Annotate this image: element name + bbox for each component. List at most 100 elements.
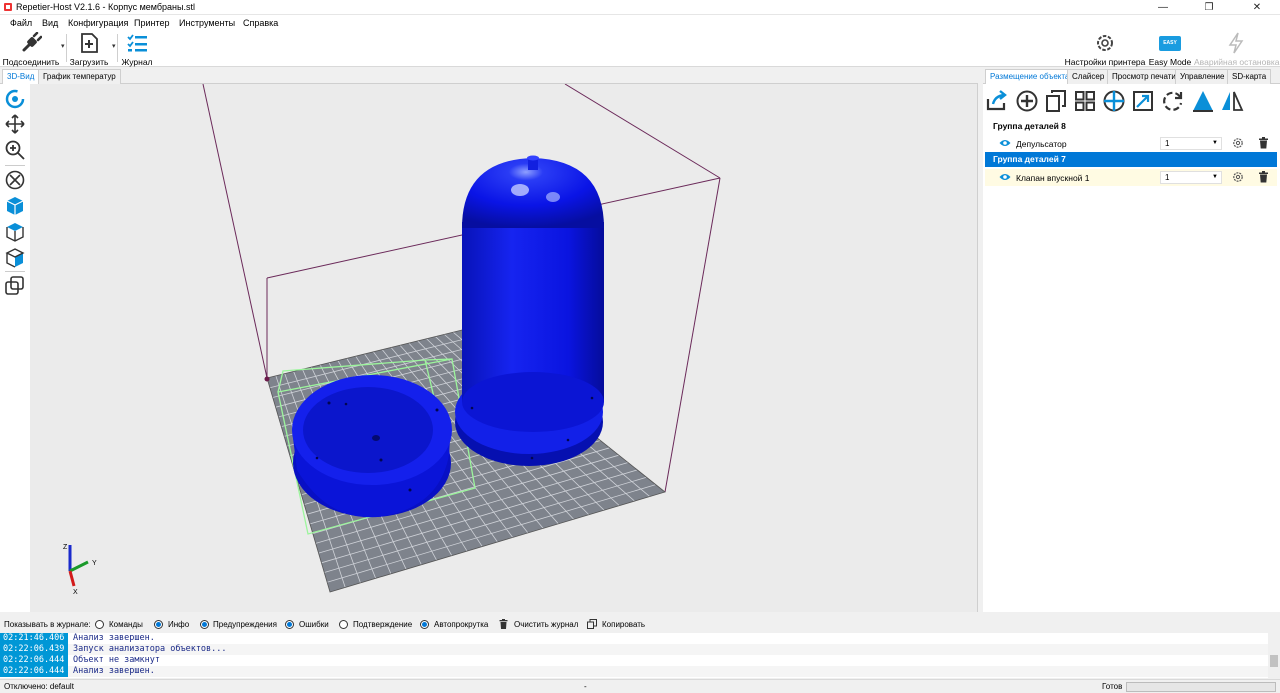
toggle-objects-icon[interactable]: [4, 275, 26, 297]
easy-mode-button[interactable]: EASY Easy Mode: [1148, 32, 1192, 67]
menu-configuration[interactable]: Конфигурация: [68, 18, 128, 28]
load-label: Загрузить: [69, 57, 109, 67]
log-scrollbar-thumb[interactable]: [1270, 655, 1278, 667]
log-scrollbar[interactable]: [1268, 633, 1280, 678]
fit-view-icon[interactable]: [4, 169, 26, 191]
scale-object-icon[interactable]: [1131, 89, 1155, 113]
status-progress-bar: [1126, 682, 1276, 692]
visibility-eye-icon[interactable]: [999, 139, 1011, 147]
tab-temperature-graph[interactable]: График температур: [38, 69, 121, 84]
object-settings-gear-icon[interactable]: [1232, 171, 1244, 183]
object-quantity-select[interactable]: 1 ▼: [1160, 171, 1222, 184]
clear-log-trash-icon[interactable]: [499, 619, 508, 629]
3d-viewport[interactable]: Z Y X: [0, 84, 978, 612]
printer-settings-button[interactable]: Настройки принтера: [1064, 32, 1146, 67]
filter-errors-label[interactable]: Ошибки: [299, 620, 329, 629]
log-row: 02:22:06.444 Анализ завершен.: [0, 666, 1268, 677]
object-name: Депульсатор: [1016, 139, 1067, 149]
cube-side-view-icon[interactable]: [4, 247, 26, 269]
center-object-icon[interactable]: [1102, 89, 1126, 113]
copy-log-button[interactable]: Копировать: [602, 620, 645, 629]
repetier-host-window: Repetier-Host V2.1.6 - Корпус мембраны.s…: [0, 0, 1280, 693]
object-group-7-title: Группа деталей 7: [993, 154, 1066, 164]
membrane-housing-model[interactable]: [292, 375, 452, 518]
log-output[interactable]: 02:21:46.406 Анализ завершен. 02:22:06.43…: [0, 633, 1268, 678]
gear-icon: [1097, 35, 1113, 51]
tab-manual-control[interactable]: Управление: [1175, 69, 1230, 84]
filter-info-radio[interactable]: [154, 620, 163, 629]
load-button[interactable]: Загрузить: [68, 32, 110, 67]
menu-file[interactable]: Файл: [10, 18, 32, 28]
log-label: Журнал: [121, 57, 153, 67]
object-quantity-select[interactable]: 1 ▼: [1160, 137, 1222, 150]
object-group-8-header[interactable]: Группа деталей 8: [985, 119, 1277, 134]
object-row-depulsator[interactable]: Депульсатор 1 ▼: [985, 135, 1277, 152]
object-row-intake-valve[interactable]: Клапан впускной 1 1 ▼: [985, 169, 1277, 186]
menu-help[interactable]: Справка: [243, 18, 278, 28]
mirror-object-icon[interactable]: [1220, 89, 1244, 113]
filter-info-label[interactable]: Инфо: [168, 620, 189, 629]
tab-sd-card[interactable]: SD-карта: [1227, 69, 1272, 84]
easy-badge-text: EASY: [1163, 40, 1177, 46]
delete-trash-icon[interactable]: [1258, 137, 1269, 149]
emergency-stop-button[interactable]: Аварийная остановка: [1194, 32, 1280, 67]
easy-mode-icon: EASY: [1159, 36, 1181, 51]
delete-trash-icon[interactable]: [1258, 171, 1269, 183]
log-timestamp: 02:21:46.406: [0, 633, 68, 644]
tools-divider: [5, 165, 25, 166]
log-row: 02:21:46.406 Анализ завершен.: [0, 633, 1268, 644]
connect-label: Подсоединить: [2, 57, 60, 67]
autoscroll-label[interactable]: Автопрокрутка: [434, 620, 488, 629]
load-dropdown-arrow[interactable]: ▾: [112, 42, 116, 50]
add-object-icon[interactable]: [1015, 89, 1039, 113]
filter-warnings-label[interactable]: Предупреждения: [213, 620, 277, 629]
log-button[interactable]: Журнал: [120, 32, 154, 67]
autoscroll-radio[interactable]: [420, 620, 429, 629]
axis-x-label: X: [73, 589, 78, 596]
object-name: Клапан впускной 1: [1016, 173, 1090, 183]
pulsator-dome-model[interactable]: [455, 155, 604, 467]
minimize-button[interactable]: —: [1140, 0, 1186, 15]
cut-object-icon[interactable]: [1191, 89, 1215, 113]
tab-print-preview[interactable]: Просмотр печати: [1107, 69, 1181, 84]
menu-printer[interactable]: Принтер: [134, 18, 170, 28]
rotate-object-icon[interactable]: [1161, 89, 1185, 113]
filter-acknowledgements-radio[interactable]: [339, 620, 348, 629]
filter-errors-radio[interactable]: [285, 620, 294, 629]
object-settings-gear-icon[interactable]: [1232, 137, 1244, 149]
menu-view[interactable]: Вид: [42, 18, 58, 28]
file-add-icon: [81, 33, 98, 53]
close-button[interactable]: ✕: [1234, 0, 1280, 15]
clear-log-button[interactable]: Очистить журнал: [514, 620, 578, 629]
title-bar: Repetier-Host V2.1.6 - Корпус мембраны.s…: [0, 0, 1280, 15]
object-group-7-header[interactable]: Группа деталей 7: [985, 152, 1277, 167]
3d-scene[interactable]: Z Y X: [0, 84, 978, 612]
autoplace-grid-icon[interactable]: [1073, 89, 1097, 113]
menu-tools[interactable]: Инструменты: [179, 18, 235, 28]
cube-front-view-icon[interactable]: [4, 195, 26, 217]
copy-objects-icon[interactable]: [1044, 89, 1068, 113]
filter-commands-label[interactable]: Команды: [109, 620, 143, 629]
tab-3d-view[interactable]: 3D-Вид: [2, 69, 40, 85]
rotate-view-icon[interactable]: [4, 88, 26, 110]
tab-object-placement[interactable]: Размещение объекта: [985, 69, 1075, 85]
zoom-view-icon[interactable]: [4, 139, 26, 161]
easy-mode-label: Easy Mode: [1148, 57, 1192, 67]
move-view-icon[interactable]: [4, 113, 26, 135]
log-filter-label: Показывать в журнале:: [4, 620, 91, 629]
tools-divider: [5, 271, 25, 272]
export-icon[interactable]: [985, 89, 1009, 113]
filter-warnings-radio[interactable]: [200, 620, 209, 629]
filter-acknowledgements-label[interactable]: Подтверждение: [353, 620, 412, 629]
connect-button[interactable]: Подсоединить: [2, 32, 60, 67]
menu-bar: Файл Вид Конфигурация Принтер Инструмент…: [0, 15, 1280, 30]
view-tabs: 3D-Вид График температур: [0, 68, 978, 85]
tab-slicer[interactable]: Слайсер: [1067, 69, 1110, 84]
copy-log-icon[interactable]: [587, 619, 597, 629]
connect-dropdown-arrow[interactable]: ▾: [61, 42, 65, 50]
cube-top-view-icon[interactable]: [4, 221, 26, 243]
filter-commands-radio[interactable]: [95, 620, 104, 629]
chevron-down-icon: ▼: [1212, 140, 1218, 146]
visibility-eye-icon[interactable]: [999, 173, 1011, 181]
restore-button[interactable]: ❐: [1186, 0, 1232, 15]
